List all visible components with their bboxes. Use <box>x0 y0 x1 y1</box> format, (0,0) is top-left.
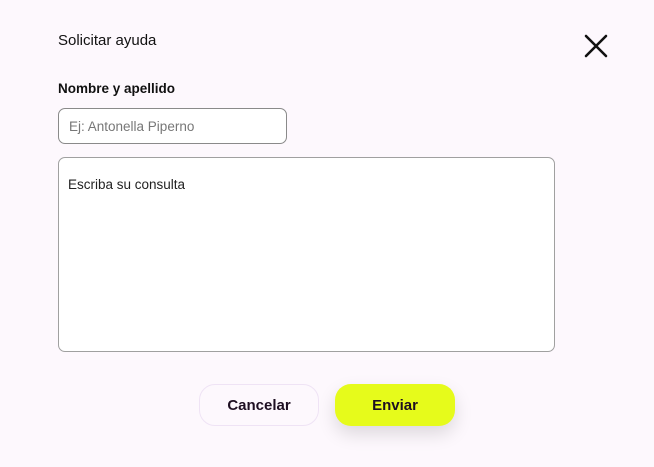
close-icon <box>584 34 608 58</box>
dialog-title: Solicitar ayuda <box>58 32 157 49</box>
send-button[interactable]: Enviar <box>335 384 455 426</box>
help-request-dialog: Solicitar ayuda Nombre y apellido Cancel… <box>0 0 654 467</box>
close-button[interactable] <box>584 34 608 58</box>
name-input[interactable] <box>58 108 287 144</box>
query-textarea[interactable] <box>58 157 555 352</box>
cancel-button[interactable]: Cancelar <box>199 384 319 426</box>
name-label: Nombre y apellido <box>58 81 176 96</box>
